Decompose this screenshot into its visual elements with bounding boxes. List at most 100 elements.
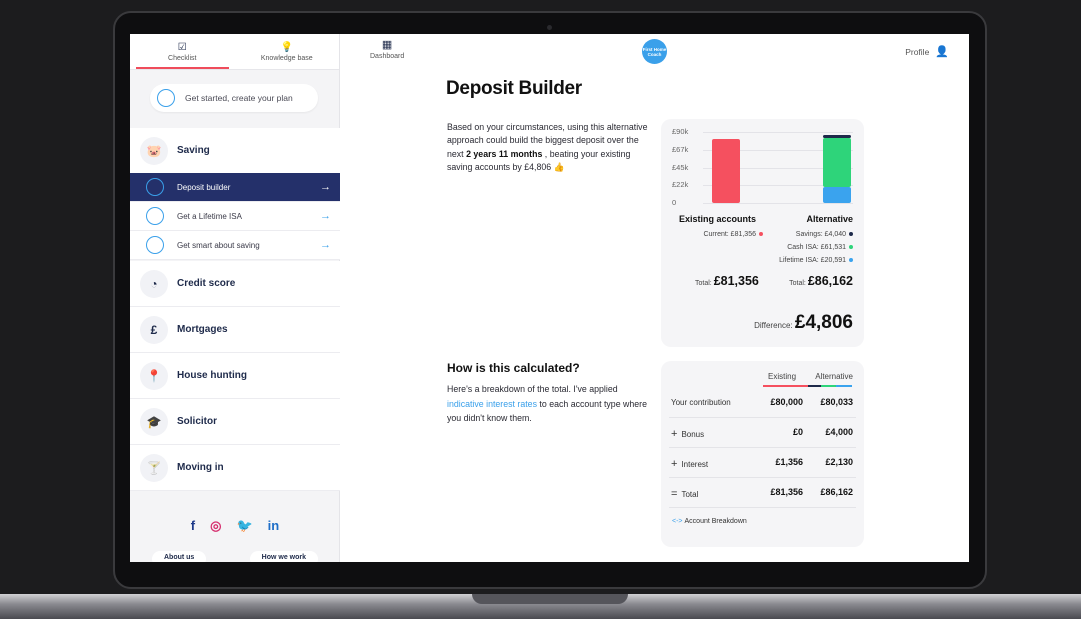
sidebar-subitem-lifetime-isa[interactable]: Get a Lifetime ISA → — [130, 202, 340, 231]
alternative-underline-savings — [808, 385, 821, 387]
column-header-alternative: Alternative — [815, 372, 853, 381]
column-header-existing: Existing — [768, 372, 797, 381]
sidebar-item-credit-score[interactable]: ◔ Credit score — [130, 261, 340, 307]
sidebar-subitem-smart-saving[interactable]: Get smart about saving → — [130, 231, 340, 260]
y-tick-label: £22k — [672, 180, 689, 190]
laptop-notch — [472, 594, 628, 604]
total-label: Total: — [789, 280, 806, 287]
row-label-wrap: = Total — [671, 488, 698, 500]
gauge-icon: ◔ — [140, 269, 168, 298]
plus-icon: + — [671, 428, 678, 440]
how-we-work-link[interactable]: How we work — [249, 551, 318, 562]
tab-checklist[interactable]: ☑ Checklist — [130, 34, 235, 69]
legend-dot — [849, 258, 853, 263]
y-tick-label: £45k — [672, 162, 689, 172]
logo[interactable]: First Home Coach — [642, 39, 667, 64]
y-tick-label: £67k — [672, 144, 689, 154]
table-row: = Total £81,356 £86,162 — [669, 478, 856, 508]
sidebar-item-label: Solicitor — [177, 416, 218, 427]
social-links: f ◎ 🐦 in — [130, 518, 340, 534]
sidebar-item-moving-in[interactable]: 🍸 Moving in — [130, 445, 340, 491]
checklist-icon: ☑ — [177, 41, 187, 53]
location-pin-icon: 📍 — [140, 361, 168, 390]
graduation-cap-icon: 🎓 — [140, 407, 168, 436]
deposit-chart-card: £90k £67k £45k £22k 0 Existing accounts Alte… — [661, 119, 864, 347]
facebook-icon[interactable]: f — [191, 518, 195, 534]
about-us-link[interactable]: About us — [152, 551, 207, 562]
subitem-label: Get smart about saving — [177, 240, 260, 250]
user-icon: 👤 — [935, 46, 949, 58]
sidebar-item-label: Moving in — [177, 462, 224, 473]
row-existing-value: £81,356 — [770, 487, 803, 497]
tab-knowledge-base[interactable]: 💡 Knowledge base — [235, 34, 340, 69]
row-label: Interest — [681, 460, 709, 469]
sidebar-item-solicitor[interactable]: 🎓 Solicitor — [130, 399, 340, 445]
dashboard-label: Dashboard — [370, 53, 405, 60]
existing-total-value: £81,356 — [713, 274, 759, 288]
legend-dot — [849, 232, 853, 237]
legend-savings: Savings: £4,040 — [796, 231, 853, 238]
sidebar-item-label: Credit score — [177, 278, 236, 289]
existing-underline — [763, 385, 808, 387]
lightbulb-icon: 💡 — [280, 41, 293, 53]
subitem-label: Get a Lifetime ISA — [177, 211, 242, 221]
app-screen: ☑ Checklist 💡 Knowledge base Get started… — [130, 34, 969, 562]
chart-category-alternative: Alternative — [806, 214, 853, 224]
row-existing-value: £0 — [792, 427, 803, 437]
alternative-underline-cash-isa — [821, 385, 836, 387]
bar-segment-lifetime-isa — [823, 186, 851, 203]
sidebar-saving-section: 🐷 Saving Deposit builder → Get a Lifetim… — [130, 128, 340, 260]
tab-knowledge-base-label: Knowledge base — [260, 54, 313, 62]
linkedin-icon[interactable]: in — [268, 518, 280, 534]
twitter-icon[interactable]: 🐦 — [236, 518, 252, 534]
tab-checklist-label: Checklist — [168, 54, 197, 62]
page-title: Deposit Builder — [446, 78, 582, 99]
sidebar-item-house-hunting[interactable]: 📍 House hunting — [130, 353, 340, 399]
total-label: Total: — [695, 280, 712, 287]
profile-label: Profile — [905, 46, 930, 57]
cocktail-glass-icon: 🍸 — [140, 453, 168, 482]
legend-text: Cash ISA: £61,531 — [787, 244, 846, 251]
sidebar-tabs: ☑ Checklist 💡 Knowledge base — [130, 34, 339, 70]
equals-icon: = — [671, 488, 678, 500]
how-text-part: Here's a breakdown of the total. I've ap… — [447, 384, 618, 394]
alternative-total-value: £86,162 — [807, 274, 853, 288]
get-started-button[interactable]: Get started, create your plan — [150, 84, 318, 112]
get-started-label: Get started, create your plan — [185, 93, 293, 103]
legend-text: Current: £81,356 — [703, 231, 756, 238]
sidebar-item-mortgages[interactable]: £ Mortgages — [130, 307, 340, 353]
piggy-bank-icon: 🐷 — [140, 136, 168, 165]
row-label: Bonus — [681, 430, 705, 439]
grid-icon: ▦ — [381, 39, 393, 51]
sidebar: ☑ Checklist 💡 Knowledge base Get started… — [130, 34, 340, 562]
camera — [547, 25, 552, 30]
sidebar-item-saving[interactable]: 🐷 Saving — [130, 128, 340, 173]
row-alternative-value: £80,033 — [820, 397, 853, 407]
chart-category-existing: Existing accounts — [679, 214, 757, 224]
profile-button[interactable]: Profile 👤 — [905, 45, 949, 58]
sidebar-item-label: House hunting — [177, 370, 247, 381]
legend-cash-isa: Cash ISA: £61,531 — [787, 244, 853, 251]
status-circle-icon — [146, 178, 164, 196]
interest-rates-link[interactable]: indicative interest rates — [447, 399, 537, 409]
table-row: Your contribution £80,000 £80,033 — [669, 388, 856, 418]
alternative-underline-lifetime-isa — [836, 385, 852, 387]
account-breakdown-link[interactable]: <-> Account Breakdown — [672, 518, 747, 525]
difference-value: £4,806 — [794, 312, 853, 333]
alternative-total: Total: £86,162 — [789, 274, 853, 288]
legend-lifetime-isa: Lifetime ISA: £20,591 — [779, 257, 853, 264]
table-row: + Bonus £0 £4,000 — [669, 418, 856, 448]
gridline — [703, 203, 853, 204]
row-alternative-value: £2,130 — [825, 457, 853, 467]
row-label: Total — [681, 490, 699, 499]
difference-label: Difference: — [754, 321, 793, 330]
breakdown-table-card: Existing Alternative Your contribution £… — [661, 361, 864, 547]
y-tick-label: £90k — [672, 127, 689, 136]
dashboard-button[interactable]: ▦ Dashboard — [370, 39, 404, 60]
plus-icon: + — [671, 458, 678, 470]
instagram-icon[interactable]: ◎ — [210, 518, 221, 534]
status-circle-icon — [146, 207, 164, 225]
how-calculated-text: Here's a breakdown of the total. I've ap… — [447, 382, 652, 426]
sidebar-item-label: Mortgages — [177, 324, 228, 335]
sidebar-subitem-deposit-builder[interactable]: Deposit builder → — [130, 173, 340, 202]
